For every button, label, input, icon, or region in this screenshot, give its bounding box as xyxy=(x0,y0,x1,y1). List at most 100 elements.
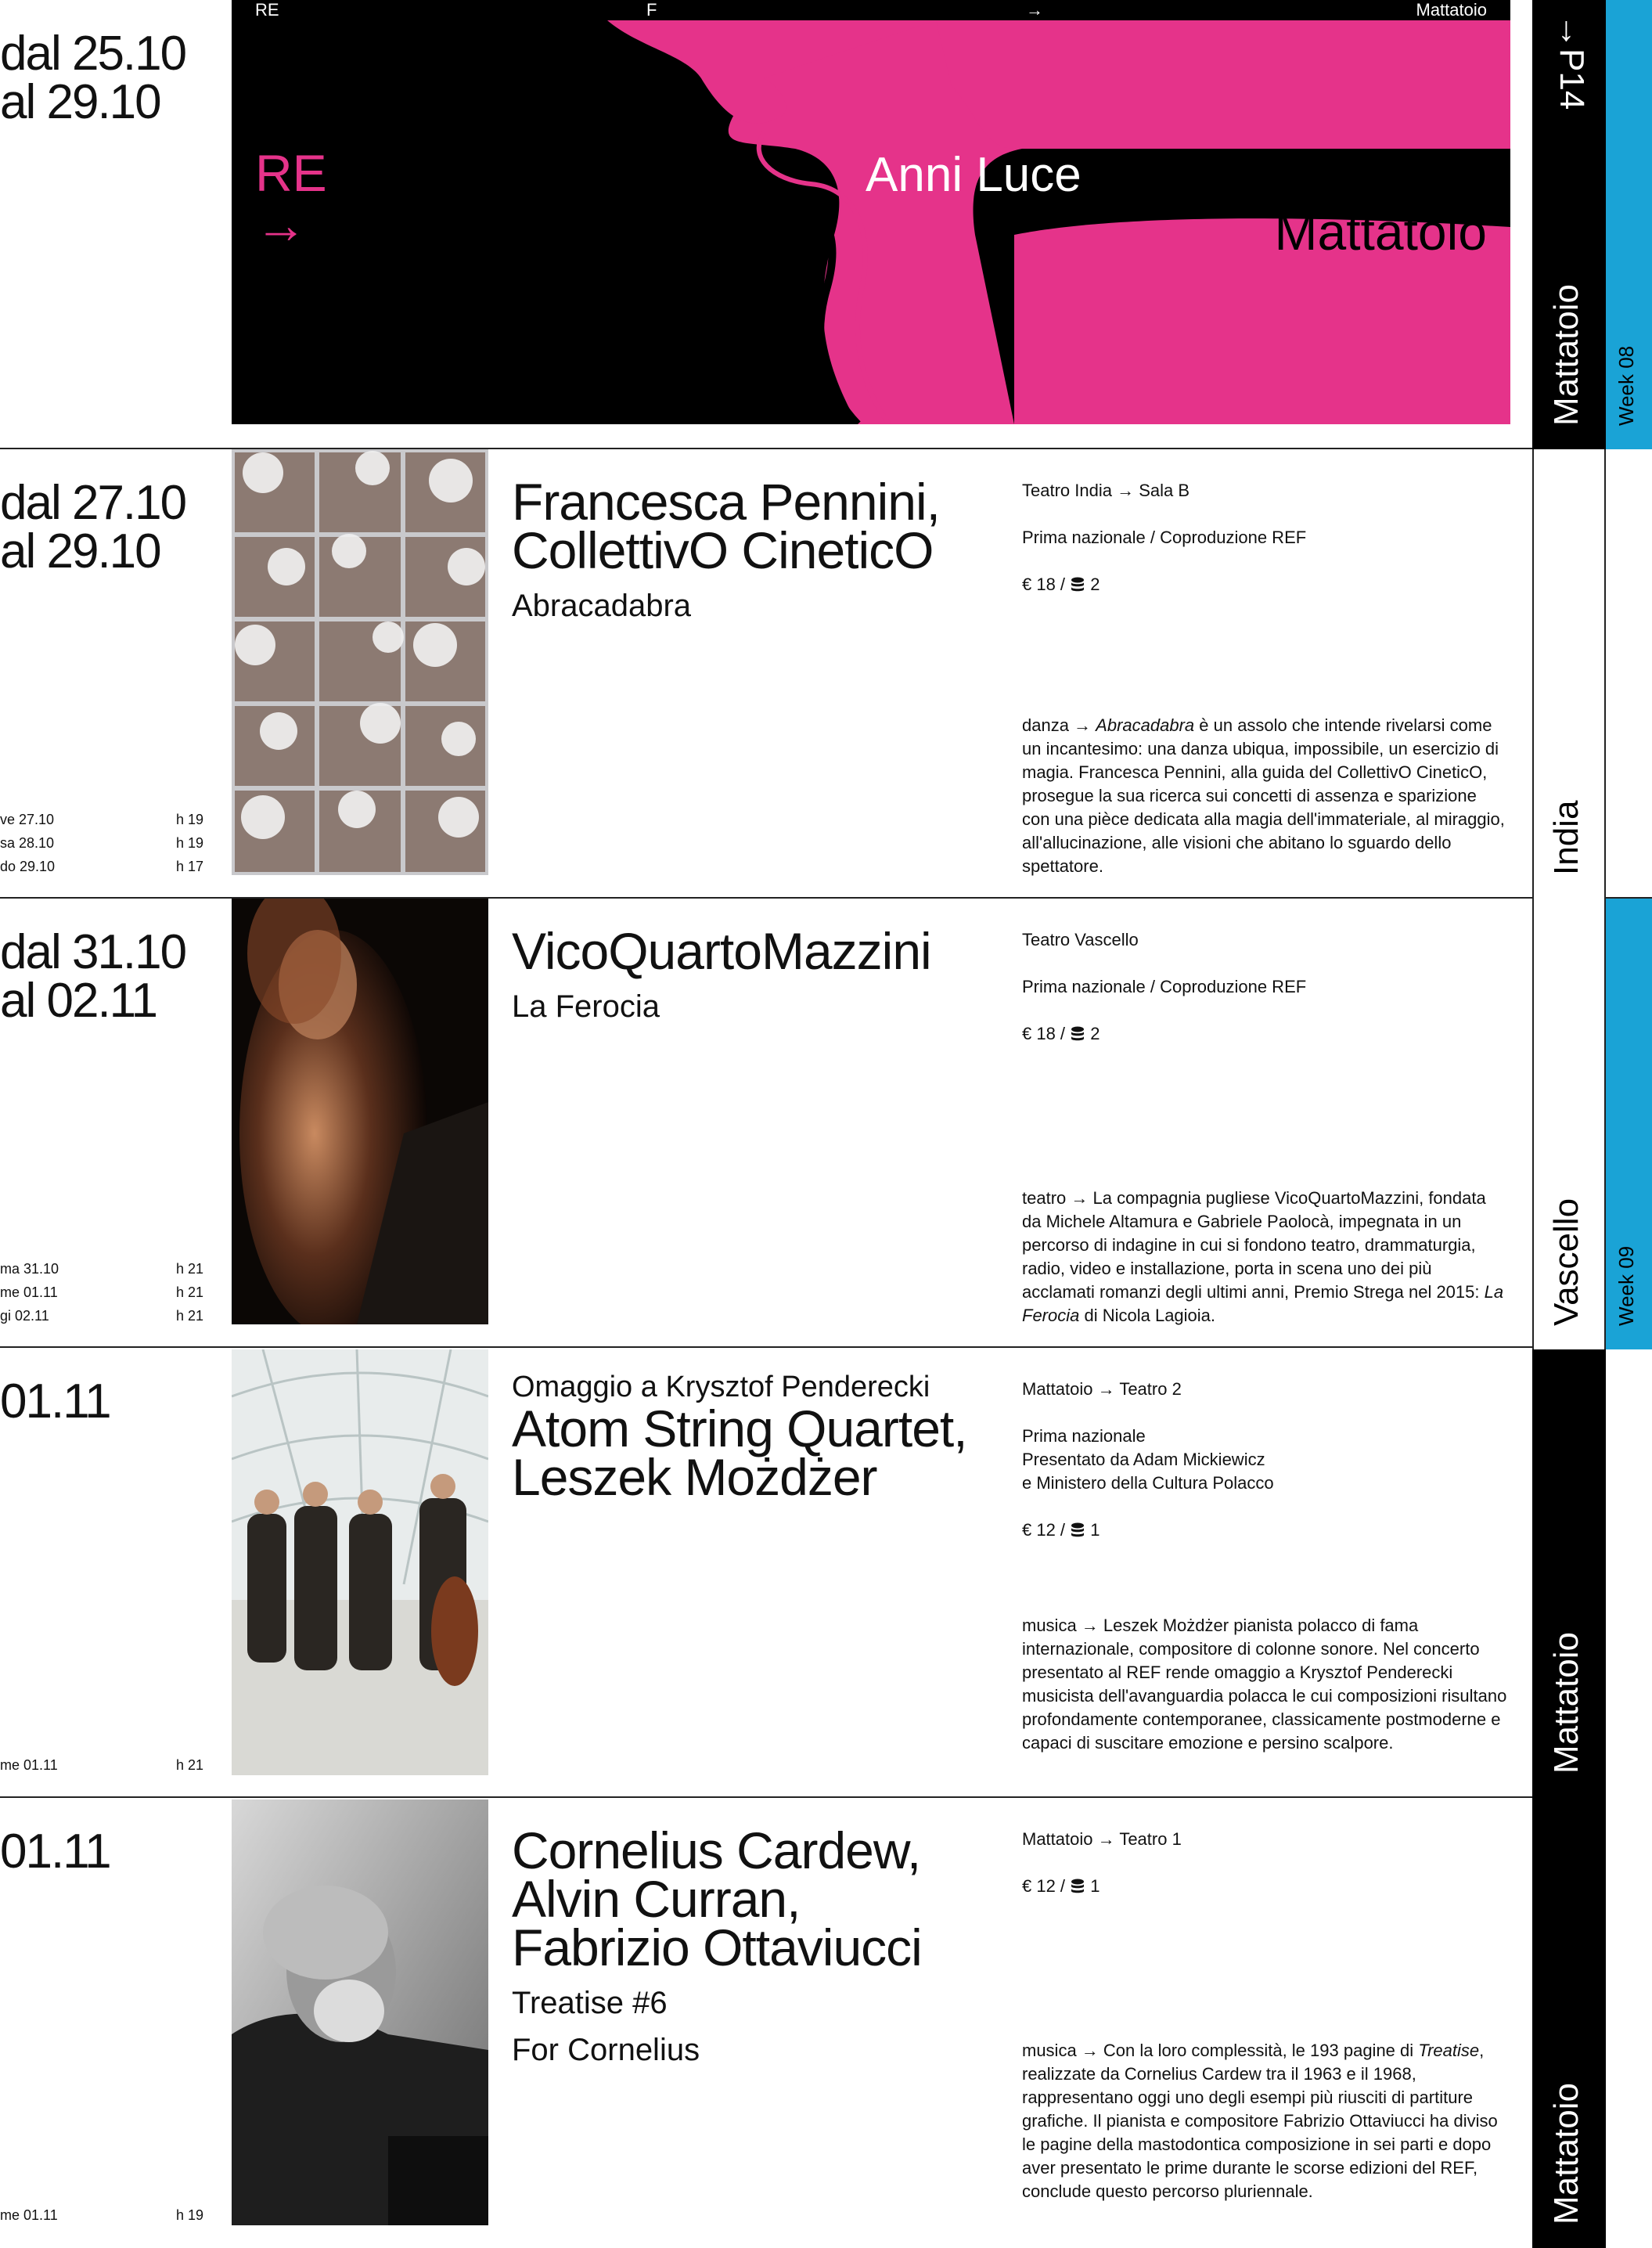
dancer-photo xyxy=(232,899,488,1324)
coin-stack-icon xyxy=(1071,577,1085,592)
desc-tail: di Nicola Lagioia. xyxy=(1079,1306,1216,1325)
banner-right-mark: F Mattatoio xyxy=(1275,147,1487,260)
coin-stack-icon xyxy=(1071,1879,1085,1893)
schedule-day: gi 02.11 xyxy=(0,1308,49,1324)
event-photo xyxy=(232,449,488,875)
venue-vertical: India xyxy=(1547,800,1585,875)
banner-row: dal 25.10 al 29.10 RE F → Mattatoio RE →… xyxy=(0,0,1532,449)
date-start: 01.11 xyxy=(0,1825,112,1879)
price: € 12 / xyxy=(1022,1520,1066,1540)
event-row: dal 31.10 al 02.11 ma 31.10 h 21 me 01.11… xyxy=(0,899,1532,1348)
date-range: 01.11 xyxy=(0,1378,112,1426)
date-range: 01.11 xyxy=(0,1825,112,1879)
schedule-day: sa 28.10 xyxy=(0,835,55,851)
schedule-hour: h 21 xyxy=(175,1757,203,1773)
token-count: 2 xyxy=(1090,1024,1100,1043)
desc-work-title: Treatise xyxy=(1418,2041,1480,2060)
desc-genre: danza → xyxy=(1022,715,1096,735)
price-line: € 12 / 1 xyxy=(1022,1875,1507,1898)
venue-line: Mattatoio → Teatro 1 xyxy=(1022,1829,1182,1849)
artist-name: Cornelius Cardew, xyxy=(512,1821,921,1879)
schedule-hour: h 19 xyxy=(175,835,203,851)
artist-name: CollettivO CineticO xyxy=(512,521,934,579)
schedule-hour: h 19 xyxy=(175,2207,203,2223)
date-range: dal 27.10 al 29.10 xyxy=(0,476,187,578)
premiere-line: Prima nazionale / Coproduzione REF xyxy=(1022,528,1307,547)
schedule: ve 27.10 h 19 sa 28.10 h 19 do 29.10 h 17 xyxy=(0,808,203,878)
event-photo xyxy=(232,1349,488,1775)
price: € 18 / xyxy=(1022,575,1066,594)
venue-column: →P14 Mattatoio xyxy=(1532,0,1606,449)
strip-text: Mattatoio xyxy=(1416,0,1488,20)
event-description: danza → Abracadabra è un assolo che inte… xyxy=(1022,714,1507,878)
date-end: al 29.10 xyxy=(0,75,162,129)
event-title: Cornelius Cardew, Alvin Curran, Fabrizio… xyxy=(512,1821,1013,2073)
price-line: € 18 / 2 xyxy=(1022,1022,1507,1046)
venue-column: Mattatoio Mattatoio xyxy=(1532,1349,1606,2248)
date-range: dal 31.10 al 02.11 xyxy=(0,928,187,1028)
week-column xyxy=(1606,1349,1652,2248)
desc-body: musica → Leszek Możdżer pianista polacco… xyxy=(1022,1616,1507,1753)
schedule-line: me 01.11 h 21 xyxy=(0,1281,203,1304)
event-description: musica → Leszek Możdżer pianista polacco… xyxy=(1022,1614,1507,1755)
date-end: al 29.10 xyxy=(0,524,162,578)
event-info: Mattatoio → Teatro 2 Prima nazionale Pre… xyxy=(1022,1378,1507,1565)
work-title: Treatise #6 xyxy=(512,1986,668,2020)
schedule-day: me 01.11 xyxy=(0,1757,58,1773)
event-title: Omaggio a Krysztof Penderecki Atom Strin… xyxy=(512,1370,1028,1506)
banner-center-text: Anni Luce xyxy=(866,148,1082,202)
strip-arrow: → xyxy=(1026,0,1043,20)
price: € 12 / xyxy=(1022,1876,1066,1896)
venue-vertical: Mattatoio xyxy=(1547,2083,1585,2225)
event-photo xyxy=(232,1799,488,2225)
desc-body: è un assolo che intende rivelarsi come u… xyxy=(1022,715,1505,876)
venue-line: Teatro Vascello xyxy=(1022,930,1139,949)
artist-name: Fabrizio Ottaviucci xyxy=(512,1918,923,1976)
token-count: 1 xyxy=(1090,1876,1100,1896)
schedule-line: sa 28.10 h 19 xyxy=(0,831,203,855)
desc-body: , realizzate da Cornelius Cardew tra il … xyxy=(1022,2041,1498,2201)
event-info: Mattatoio → Teatro 1 € 12 / 1 xyxy=(1022,1828,1507,1922)
schedule-day: ve 27.10 xyxy=(0,812,55,827)
banner-left-mark: RE → xyxy=(255,147,327,250)
event-row: 01.11 me 01.11 h 19 Cornelius Cardew, Alv… xyxy=(0,1798,1532,2248)
week-column: Week 08 xyxy=(1606,0,1652,449)
event-title: Francesca Pennini, CollettivO CineticO A… xyxy=(512,476,1013,629)
schedule-line: me 01.11 h 19 xyxy=(0,2203,203,2227)
schedule-line: ve 27.10 h 19 xyxy=(0,808,203,831)
schedule-hour: h 21 xyxy=(175,1308,203,1324)
date-start: dal 27.10 xyxy=(0,476,187,530)
desc-genre: musica → Con la loro complessità, le 193… xyxy=(1022,2041,1419,2060)
venue-column: India xyxy=(1532,449,1606,899)
portrait-grid-image xyxy=(232,449,488,875)
schedule-line: me 01.11 h 21 xyxy=(0,1753,203,1777)
coin-stack-icon xyxy=(1071,1026,1085,1041)
premiere-line: Prima nazionale xyxy=(1022,1426,1146,1446)
artist-name: Leszek Możdżer xyxy=(512,1448,878,1506)
strip-text: RE xyxy=(255,0,279,20)
week-column xyxy=(1606,449,1652,899)
event-title: VicoQuartoMazzini La Ferocia xyxy=(512,925,1013,1030)
venue-line: Teatro India → Sala B xyxy=(1022,481,1190,500)
page-ref: →P14 xyxy=(1553,14,1591,110)
schedule: me 01.11 h 21 xyxy=(0,1753,203,1777)
date-end: al 02.11 xyxy=(0,974,158,1028)
premiere-line: Prima nazionale / Coproduzione REF xyxy=(1022,977,1307,996)
schedule-day: ma 31.10 xyxy=(0,1261,59,1277)
work-title: Abracadabra xyxy=(512,589,692,623)
venue-line: Mattatoio → Teatro 2 xyxy=(1022,1379,1182,1399)
price-line: € 12 / 1 xyxy=(1022,1518,1507,1542)
quartet-photo xyxy=(232,1349,488,1775)
venue-vertical: Mattatoio xyxy=(1547,284,1585,426)
venue-vertical: Mattatoio xyxy=(1547,1632,1585,1774)
event-row: 01.11 me 01.11 h 21 Omaggio a Krysztof P… xyxy=(0,1348,1532,1798)
price: € 18 / xyxy=(1022,1024,1066,1043)
banner-top-strip: RE F → Mattatoio xyxy=(232,0,1510,20)
price-line: € 18 / 2 xyxy=(1022,573,1507,596)
premiere-lines: Prima nazionale Presentato da Adam Micki… xyxy=(1022,1425,1507,1495)
work-title: For Cornelius xyxy=(512,2033,700,2067)
schedule-day: me 01.11 xyxy=(0,1284,58,1300)
schedule-line: gi 02.11 h 21 xyxy=(0,1304,203,1328)
presented-by-line: Presentato da Adam Mickiewicz xyxy=(1022,1450,1265,1469)
artist-name: Atom String Quartet, xyxy=(512,1400,968,1457)
